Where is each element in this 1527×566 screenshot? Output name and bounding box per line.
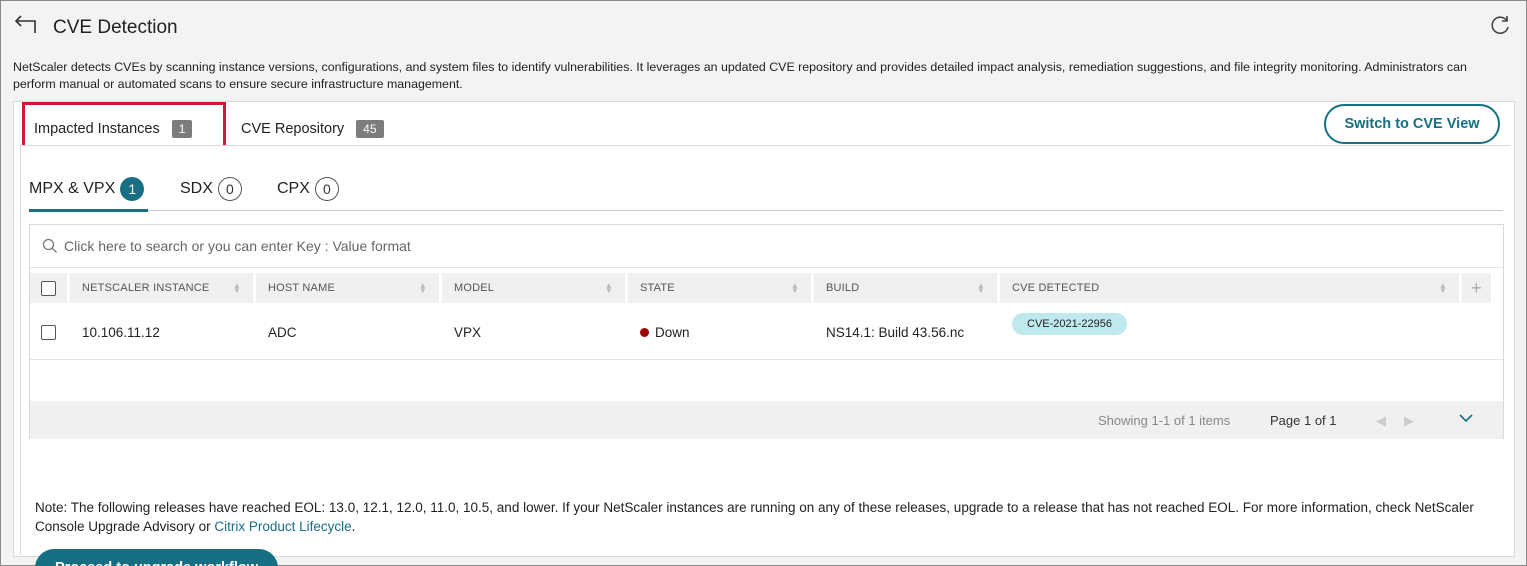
citrix-lifecycle-link[interactable]: Citrix Product Lifecycle [214, 519, 351, 534]
column-header-model[interactable]: MODEL ▲ ▼ [442, 273, 625, 303]
table-header: NETSCALER INSTANCE ▲ ▼ HOST NAME ▲ ▼ MODEL… [30, 273, 1503, 303]
column-label: BUILD [826, 282, 860, 294]
search-bar[interactable] [30, 225, 1503, 268]
state-label: Down [655, 324, 690, 340]
instances-panel: MPX & VPX 1 SDX 0 CPX 0 Click here to se… [20, 145, 1510, 566]
tab-label: Impacted Instances [34, 121, 160, 137]
note-end: . [351, 519, 356, 534]
tab-count-badge: 45 [356, 120, 384, 138]
cell-build: NS14.1: Build 43.56.nc [826, 324, 965, 340]
page-title: CVE Detection [53, 17, 178, 38]
refresh-icon[interactable] [1488, 13, 1512, 37]
column-label: CVE DETECTED [1012, 282, 1100, 294]
sort-icon: ▲ ▼ [1438, 281, 1447, 295]
column-header-state[interactable]: STATE ▲ ▼ [628, 273, 811, 303]
sub-tab-count: 1 [120, 177, 145, 201]
cell-state: Down [628, 305, 814, 360]
row-checkbox[interactable] [41, 324, 56, 340]
page-indicator: Page 1 of 1 [1270, 413, 1337, 428]
cve-badge[interactable]: CVE-2021-22956 [1012, 313, 1128, 335]
column-header-cve-detected[interactable]: CVE DETECTED ▲ ▼ [1000, 273, 1459, 303]
eol-note: Note: The following releases have reache… [35, 498, 1505, 536]
next-page-icon[interactable]: ▶ [1404, 413, 1414, 429]
sort-icon: ▲ ▼ [790, 281, 799, 295]
sub-tab-count: 0 [217, 177, 242, 201]
column-label: STATE [640, 282, 675, 294]
tab-cpx[interactable]: CPX 0 [277, 177, 339, 201]
sort-icon: ▲ ▼ [604, 281, 613, 295]
sort-icon: ▲ ▼ [418, 281, 427, 295]
tab-sdx[interactable]: SDX 0 [180, 177, 242, 201]
sort-icon: ▲ ▼ [232, 281, 241, 295]
add-column-button[interactable]: + [1462, 273, 1491, 303]
tab-impacted-instances[interactable]: Impacted Instances 1 [34, 120, 193, 138]
main-panel: Impacted Instances 1 CVE Repository 45 S… [13, 101, 1515, 566]
table-footer: Showing 1-1 of 1 items Page 1 of 1 ◀ ▶ [30, 401, 1503, 439]
column-header-instance[interactable]: NETSCALER INSTANCE ▲ ▼ [70, 273, 253, 303]
cve-detection-window: CVE Detection NetScaler detects CVEs by … [0, 0, 1527, 566]
tab-label: CVE Repository [241, 121, 345, 137]
column-label: HOST NAME [268, 282, 335, 294]
table-row[interactable]: 10.106.11.12 ADC VPX Down NS14.1: Build … [30, 305, 1503, 360]
sub-tab-label: MPX & VPX [29, 180, 116, 197]
showing-count: Showing 1-1 of 1 items [1098, 413, 1231, 428]
column-label: MODEL [454, 282, 495, 294]
sort-icon: ▲ ▼ [976, 281, 985, 295]
instance-type-tabs: MPX & VPX 1 SDX 0 CPX 0 [29, 174, 1503, 212]
cell-instance[interactable]: 10.106.11.12 [70, 305, 256, 360]
page-description: NetScaler detects CVEs by scanning insta… [13, 60, 1467, 91]
page-header: CVE Detection [1, 1, 1526, 53]
column-label: NETSCALER INSTANCE [82, 282, 210, 294]
switch-to-cve-view-button[interactable]: Switch to CVE View [1324, 104, 1500, 144]
tab-count-badge: 1 [171, 120, 193, 138]
cell-cve-detected: CVE-2021-22956 [1000, 305, 1440, 360]
search-icon [42, 238, 57, 253]
tab-mpx-vpx[interactable]: MPX & VPX 1 [29, 177, 145, 201]
chevron-down-icon[interactable] [1457, 409, 1475, 427]
column-header-host-name[interactable]: HOST NAME ▲ ▼ [256, 273, 439, 303]
sub-tab-count: 0 [314, 177, 339, 201]
sub-tab-label: CPX [277, 180, 310, 197]
select-all-checkbox[interactable] [41, 280, 56, 296]
state-down-dot [640, 327, 649, 337]
select-all-cell [30, 273, 67, 303]
cell-model: VPX [454, 324, 482, 340]
search-input[interactable] [64, 238, 1464, 254]
prev-page-icon[interactable]: ◀ [1376, 413, 1386, 429]
tab-cve-repository[interactable]: CVE Repository 45 [241, 120, 384, 138]
row-select-cell [30, 305, 70, 360]
instances-grid: NETSCALER INSTANCE ▲▼ HOST NAME ▲▼ MODEL… [29, 224, 1504, 439]
cell-host-name: ADC [268, 324, 297, 340]
proceed-upgrade-button[interactable]: Proceed to upgrade workflow [35, 549, 278, 566]
active-tab-indicator [29, 209, 148, 212]
sub-tab-label: SDX [180, 180, 213, 197]
back-arrow-icon[interactable] [13, 13, 39, 37]
column-header-build[interactable]: BUILD ▲ ▼ [814, 273, 997, 303]
